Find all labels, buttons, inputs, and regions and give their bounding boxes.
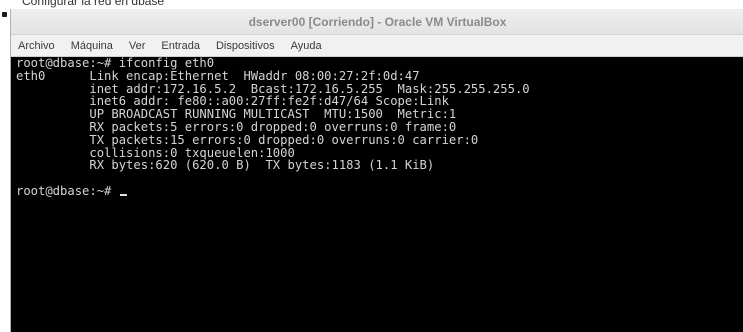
bullet-icon <box>2 12 7 17</box>
terminal-prompt: root@dbase:~# <box>16 183 119 198</box>
terminal-line: eth0 Link encap:Ethernet HWaddr 08:00:27… <box>16 68 420 83</box>
terminal-line: TX packets:15 errors:0 dropped:0 overrun… <box>16 132 479 147</box>
page-caption: Configurar la red en dbase <box>0 0 743 9</box>
menu-dispositivos[interactable]: Dispositivos <box>216 40 275 52</box>
terminal-line: root@dbase:~# ifconfig eth0 <box>16 57 215 70</box>
caption-text: Configurar la red en dbase <box>22 0 165 8</box>
terminal-line: RX packets:5 errors:0 dropped:0 overruns… <box>16 119 457 134</box>
menu-maquina[interactable]: Máquina <box>71 40 113 52</box>
window-title: dserver00 [Corriendo] - Oracle VM Virtua… <box>248 15 507 29</box>
text-cursor-icon <box>119 193 127 196</box>
terminal-screen[interactable]: root@dbase:~# ifconfig eth0 eth0 Link en… <box>11 57 743 332</box>
window-titlebar[interactable]: dserver00 [Corriendo] - Oracle VM Virtua… <box>11 9 743 35</box>
menu-archivo[interactable]: Archivo <box>18 40 55 52</box>
menu-entrada[interactable]: Entrada <box>161 40 200 52</box>
virtualbox-window: dserver00 [Corriendo] - Oracle VM Virtua… <box>10 9 743 332</box>
terminal-prompt-line: root@dbase:~# <box>16 185 743 198</box>
menu-ver[interactable]: Ver <box>129 40 146 52</box>
menu-bar: Archivo Máquina Ver Entrada Dispositivos… <box>11 35 743 57</box>
terminal-line: RX bytes:620 (620.0 B) TX bytes:1183 (1.… <box>16 158 435 173</box>
menu-ayuda[interactable]: Ayuda <box>291 40 322 52</box>
